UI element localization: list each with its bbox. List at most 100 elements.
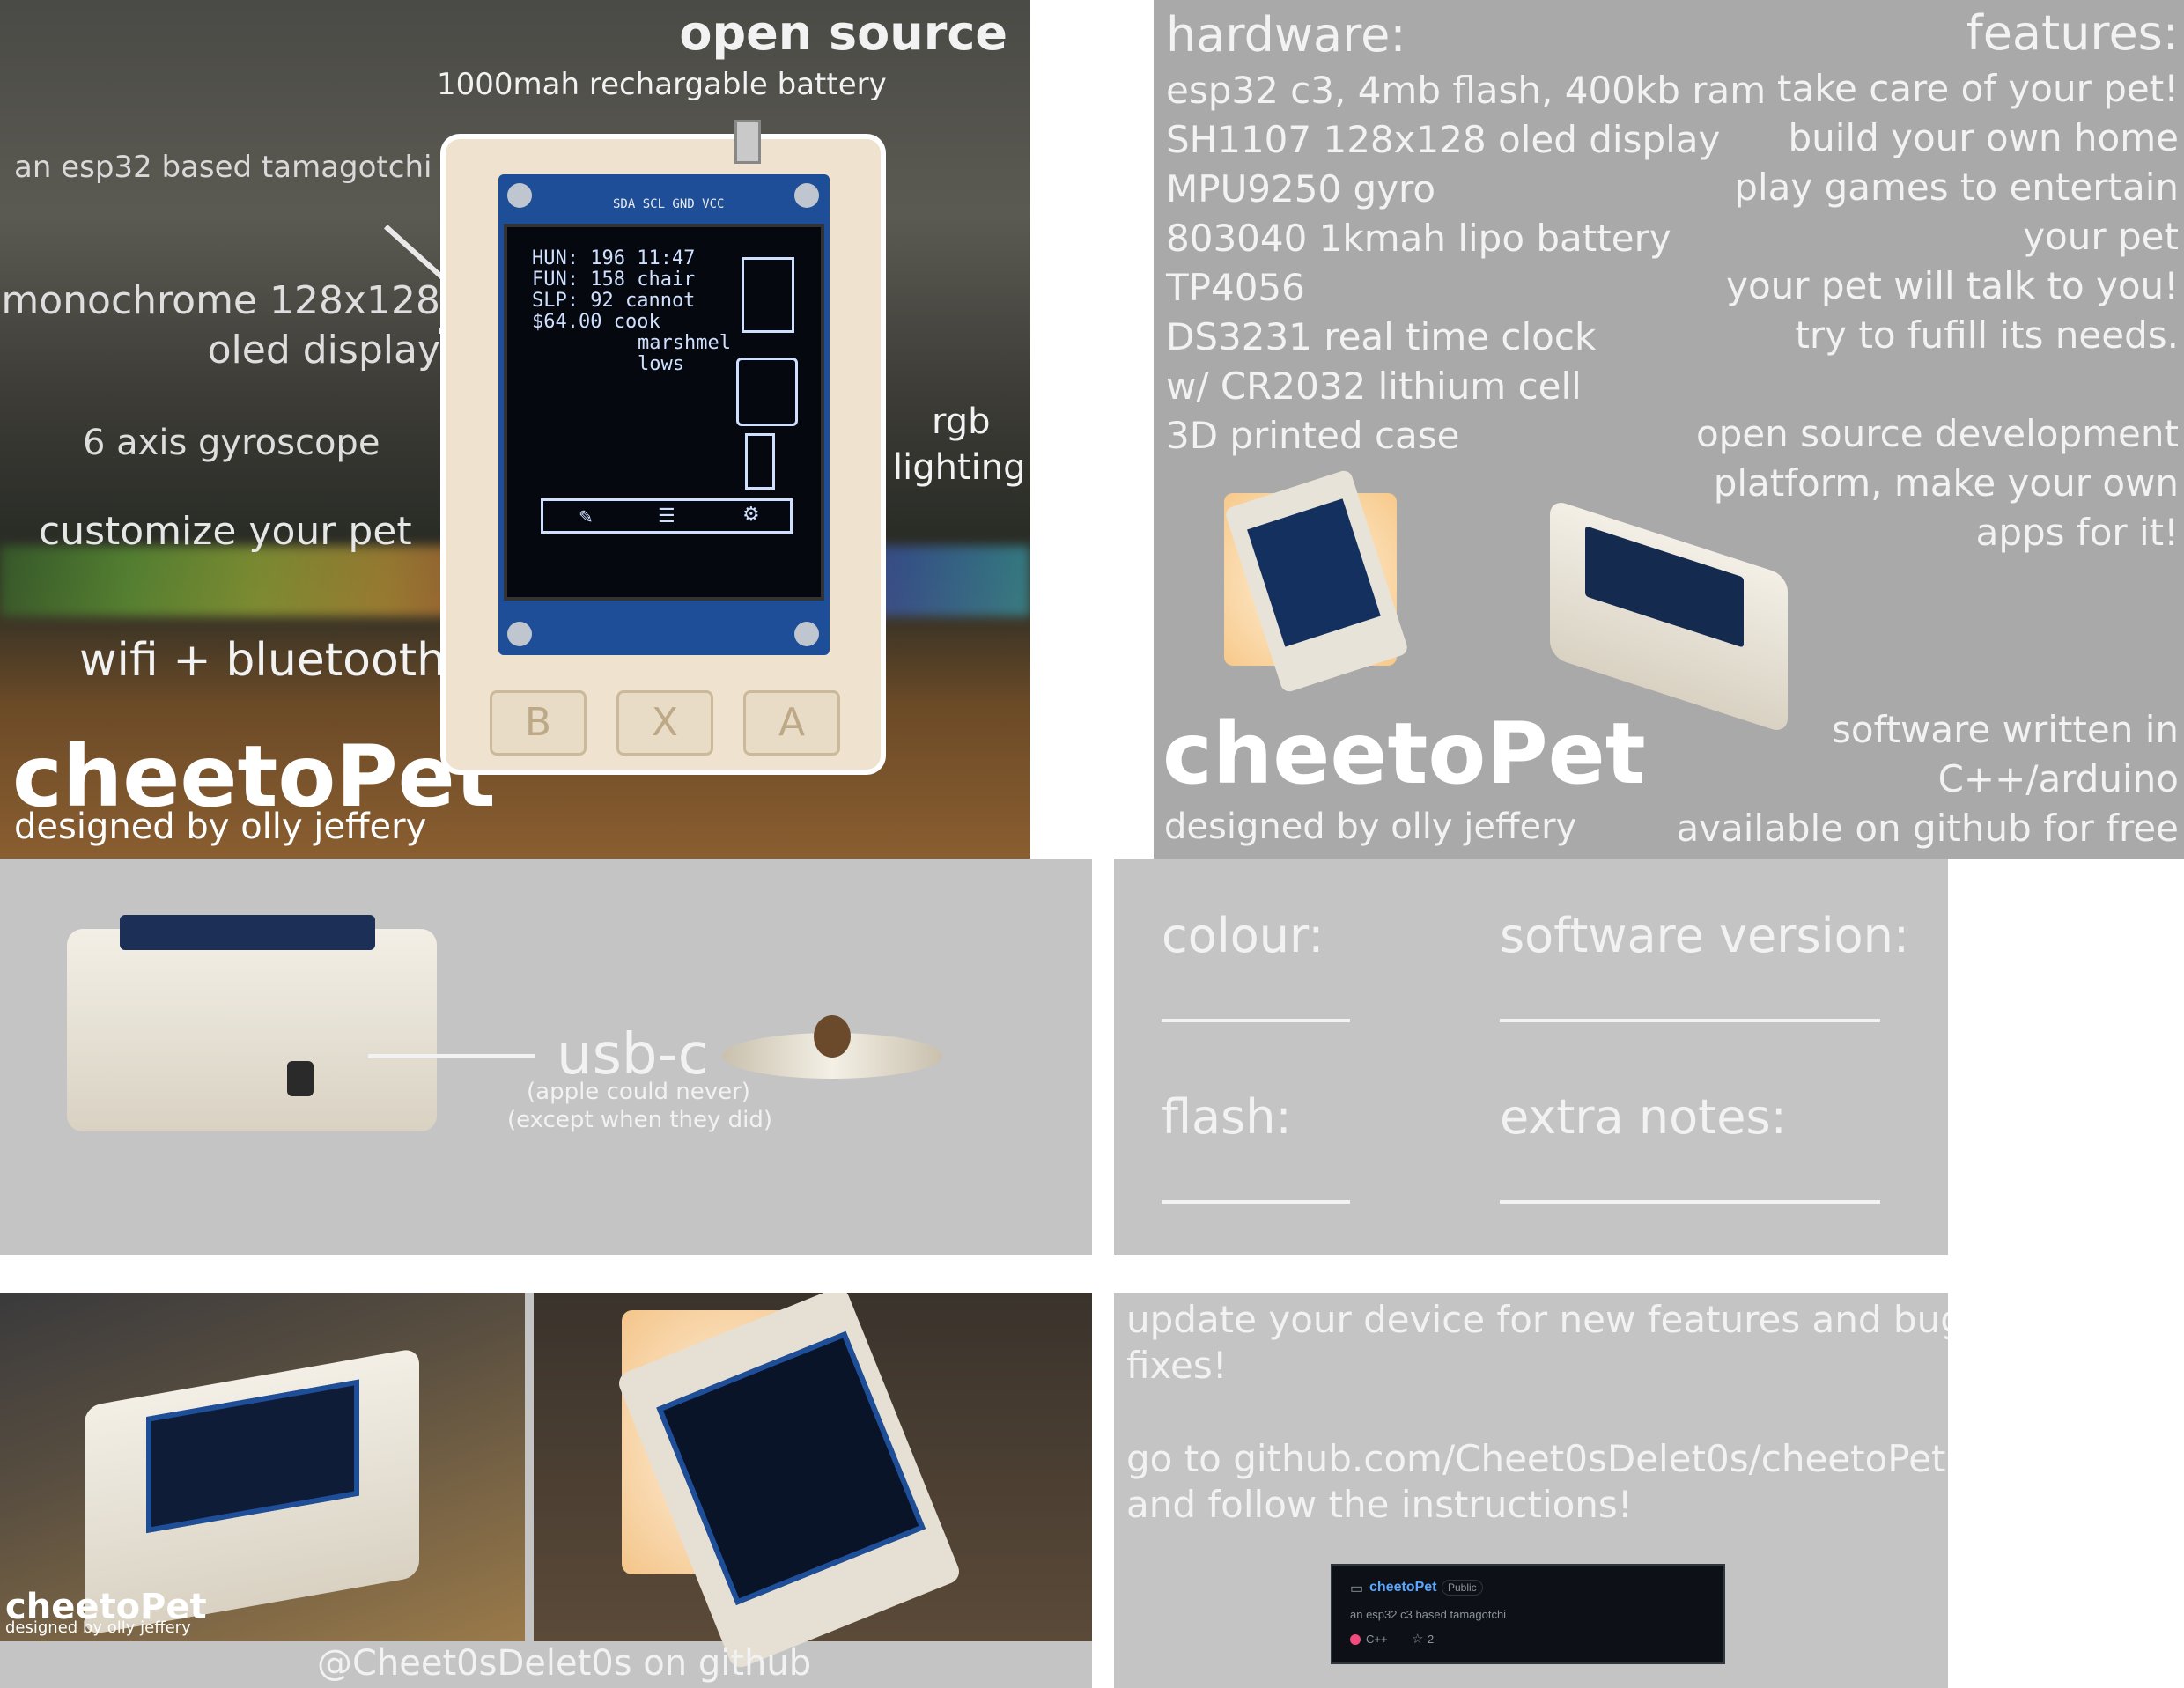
feature-item: your pet will talk to you! <box>1726 264 2179 307</box>
flash-field[interactable] <box>1162 1200 1350 1204</box>
screen-line-6: lows <box>638 353 684 375</box>
usb-title: usb-c <box>557 1022 709 1087</box>
open-source-label: open source <box>679 5 1007 61</box>
feature-item: try to fufill its needs. <box>1795 313 2179 357</box>
spec-panel: hardware: esp32 c3, 4mb flash, 400kb ram… <box>1154 0 2184 859</box>
repo-language: C++ <box>1366 1633 1388 1646</box>
hardware-title: hardware: <box>1166 7 1406 63</box>
usb-sub-2: (except when they did) <box>507 1107 773 1133</box>
hardware-item: w/ CR2032 lithium cell <box>1166 365 1582 408</box>
form-panel: colour: software version: flash: extra n… <box>1114 859 1948 1255</box>
dev-item: apps for it! <box>1975 511 2179 554</box>
device-screen <box>1585 526 1744 648</box>
device-screen <box>656 1330 926 1606</box>
screen-line-1: HUN: 196 11:47 <box>532 247 696 269</box>
hardware-item: 3D printed case <box>1166 414 1460 457</box>
software-item: C++/arduino <box>1937 757 2179 800</box>
colour-label: colour: <box>1162 908 1324 963</box>
main-photo-panel: open source 1000mah rechargable battery … <box>0 0 1030 859</box>
extra-notes-field[interactable] <box>1500 1200 1880 1204</box>
update-line-2: fixes! <box>1126 1344 1228 1387</box>
device-button-x: X <box>616 690 713 756</box>
github-repo-card[interactable]: ▭ cheetoPet Public an esp32 c3 based tam… <box>1331 1564 1725 1664</box>
pencil-icon: ✎ <box>579 508 594 527</box>
mount-hole-icon <box>794 622 819 646</box>
software-version-field[interactable] <box>1500 1019 1880 1022</box>
mount-hole-icon <box>507 183 532 208</box>
gear-icon: ⚙ <box>742 503 760 525</box>
device-button-a: A <box>743 690 840 756</box>
battery-label: 1000mah rechargable battery <box>437 67 887 102</box>
usb-port-icon <box>287 1061 314 1096</box>
feature-item: play games to entertain <box>1734 166 2179 209</box>
screen-line-4: $64.00 cook <box>532 311 660 333</box>
device-button-b: B <box>490 690 587 756</box>
meme-head <box>814 1015 851 1058</box>
screen-toolbar: ✎ ☰ ⚙ <box>541 498 793 534</box>
hardware-item: esp32 c3, 4mb flash, 400kb ram <box>1166 69 1767 112</box>
dev-item: open source development <box>1695 412 2179 455</box>
rug-icon <box>745 433 775 490</box>
star-icon: ☆ <box>1412 1632 1424 1647</box>
mount-hole-icon <box>794 183 819 208</box>
wifi-label: wifi + bluetooth <box>79 634 446 687</box>
pcb-pin-labels: SDA SCL GND VCC <box>613 197 725 211</box>
feature-item: take care of your pet! <box>1776 67 2179 110</box>
github-link[interactable]: go to github.com/Cheet0sDelet0s/cheetoPe… <box>1126 1437 1945 1480</box>
hardware-item: DS3231 real time clock <box>1166 315 1597 358</box>
dev-item: platform, make your own <box>1713 461 2179 505</box>
designed-by-label: designed by olly jeffery <box>1164 807 1577 847</box>
esp32-label: an esp32 based tamagotchi <box>14 150 432 185</box>
repo-description: an esp32 c3 based tamagotchi <box>1350 1608 1507 1621</box>
update-line-1: update your device for new features and … <box>1126 1298 1948 1341</box>
screen-line-5: marshmel <box>638 332 731 354</box>
display-label-line1: monochrome 128x128 <box>1 278 440 323</box>
usb-pointer-line <box>368 1054 535 1058</box>
screen-line-2: FUN: 158 chair <box>532 269 696 291</box>
customize-label: customize your pet <box>39 509 412 554</box>
repo-name[interactable]: cheetoPet <box>1369 1580 1436 1596</box>
hardware-item: SH1107 128x128 oled display <box>1166 118 1721 161</box>
flash-label: flash: <box>1162 1089 1292 1145</box>
designed-by-label: designed by olly jeffery <box>5 1618 191 1637</box>
device-photo: SDA SCL GND VCC HUN: 196 11:47 FUN: 158 … <box>446 120 881 770</box>
device-screen <box>1247 498 1381 647</box>
device-screen-edge <box>120 915 375 950</box>
update-line-4: and follow the instructions! <box>1126 1483 1633 1526</box>
list-icon: ☰ <box>658 505 675 527</box>
software-item: software written in <box>1831 708 2179 751</box>
lit-device-photo <box>1223 468 1410 694</box>
hardware-item: 803040 1kmah lipo battery <box>1166 217 1671 260</box>
side-device-photo <box>1550 498 1788 734</box>
feature-item: your pet <box>2023 215 2179 258</box>
usb-panel: usb-c (apple could never) (except when t… <box>0 859 1092 1255</box>
mount-hole-icon <box>507 622 532 646</box>
features-title: features: <box>1966 5 2179 61</box>
window-icon <box>742 257 794 333</box>
hardware-item: MPU9250 gyro <box>1166 167 1436 210</box>
update-panel: update your device for new features and … <box>1114 1293 1948 1688</box>
usb-sub-1: (apple could never) <box>527 1079 750 1105</box>
language-dot-icon <box>1350 1634 1361 1645</box>
extra-notes-label: extra notes: <box>1500 1089 1787 1145</box>
software-version-label: software version: <box>1500 908 1910 963</box>
rgb-label-line2: lighting <box>893 447 1026 488</box>
designed-by-label: designed by olly jeffery <box>14 807 427 847</box>
esp32-pointer-line <box>383 225 446 282</box>
power-switch <box>734 120 761 164</box>
feature-item: build your own home <box>1788 116 2179 159</box>
gyro-label: 6 axis gyroscope <box>83 423 380 463</box>
screen-line-3: SLP: 92 cannot <box>532 290 696 312</box>
device-screen <box>146 1379 359 1534</box>
chair-icon <box>736 358 798 426</box>
meme-figure-image <box>722 1015 942 1079</box>
colour-field[interactable] <box>1162 1019 1350 1022</box>
repo-stars: 2 <box>1428 1633 1435 1646</box>
photos-panel: cheetoPet designed by olly jeffery @Chee… <box>0 1293 1092 1688</box>
rgb-label-line1: rgb <box>932 402 991 442</box>
display-label-line2: oled display <box>207 328 440 372</box>
device-desk-photo: cheetoPet designed by olly jeffery <box>0 1293 525 1641</box>
oled-pcb: SDA SCL GND VCC HUN: 196 11:47 FUN: 158 … <box>498 174 830 655</box>
device-side-photo <box>67 915 437 1131</box>
github-handle[interactable]: @Cheet0sDelet0s on github <box>317 1643 811 1684</box>
